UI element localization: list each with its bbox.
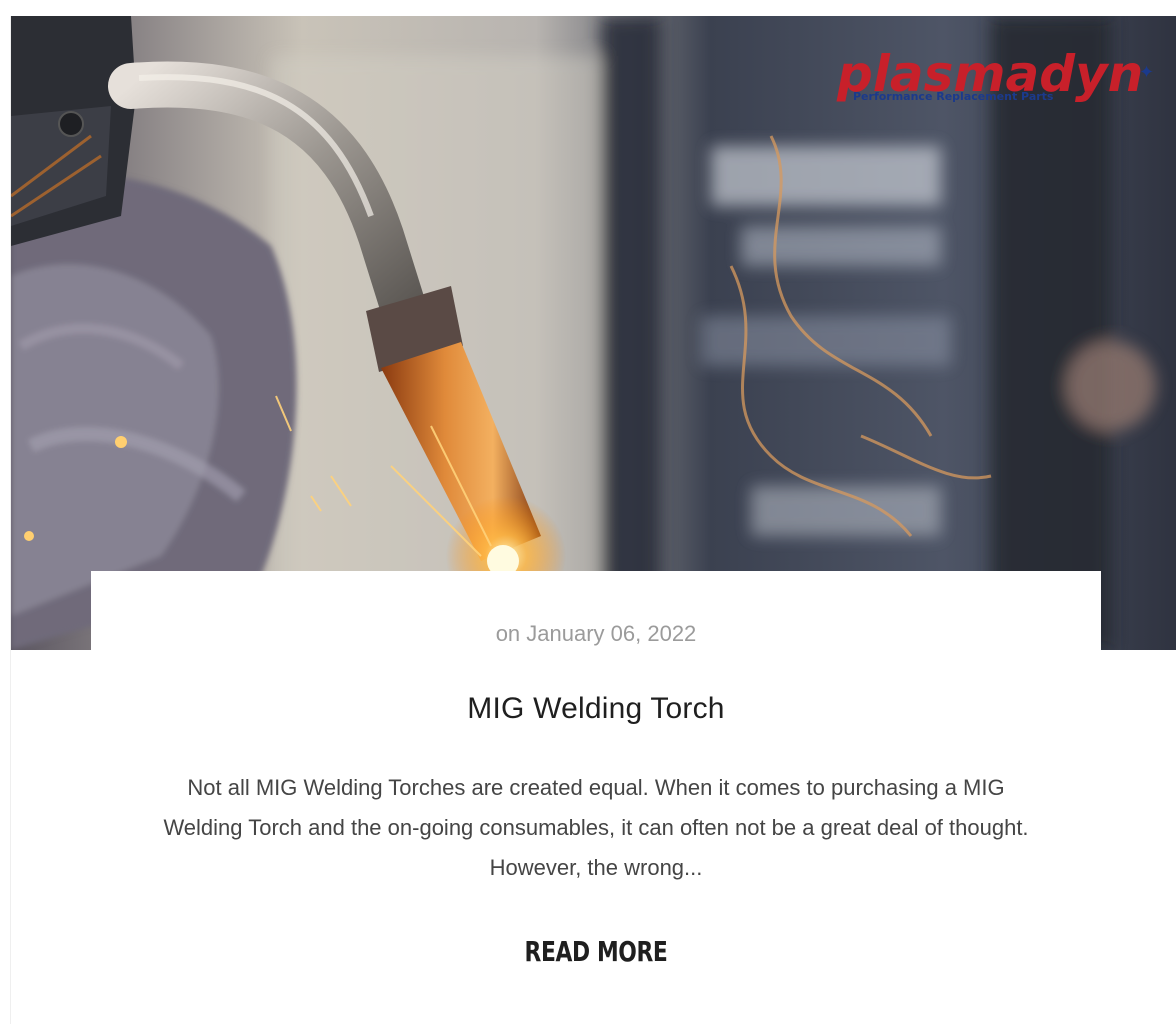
post-content: on January 06, 2022 MIG Welding Torch No… bbox=[91, 571, 1101, 1024]
post-excerpt: Not all MIG Welding Torches are created … bbox=[163, 775, 1029, 880]
featured-image-link[interactable]: plasmadyn Performance Replacement Parts … bbox=[11, 16, 1176, 650]
welding-torch-photo: plasmadyn Performance Replacement Parts … bbox=[11, 16, 1176, 650]
read-more-link[interactable]: READ MORE bbox=[202, 935, 990, 968]
blog-post-card: plasmadyn Performance Replacement Parts … bbox=[10, 16, 1176, 1024]
logo-tagline: Performance Replacement Parts bbox=[853, 90, 1054, 103]
plasmadyn-logo: plasmadyn Performance Replacement Parts … bbox=[836, 45, 1154, 103]
post-title[interactable]: MIG Welding Torch bbox=[91, 692, 1101, 726]
post-date: on January 06, 2022 bbox=[495, 621, 697, 646]
logo-star-icon: ✦ bbox=[1139, 62, 1154, 83]
